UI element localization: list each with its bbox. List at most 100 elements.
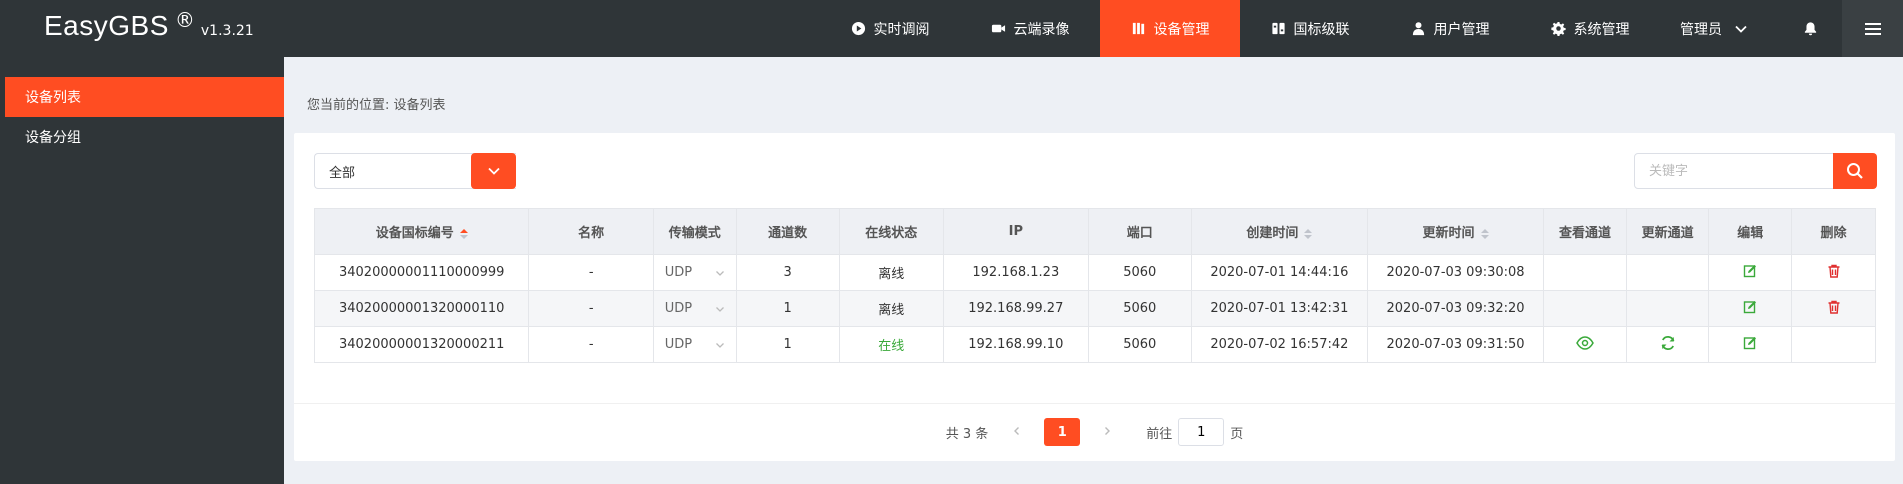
column-header-updated[interactable]: 更新时间	[1366, 208, 1545, 255]
edit-icon	[1744, 300, 1757, 313]
chevron-right-icon	[1105, 426, 1111, 435]
cell-transport[interactable]: UDP	[652, 290, 737, 327]
table-header-row: 设备国标编号 名称 传输模式 通道数 在线状态 IP 端口 创建时间 更新时间 …	[313, 208, 1876, 255]
sidebar: 设备列表 设备分组	[0, 57, 284, 484]
nav-item-system[interactable]: 系统管理	[1520, 0, 1660, 57]
nav-item-cascade[interactable]: 国标级联	[1240, 0, 1380, 57]
hamburger-menu-button[interactable]	[1842, 0, 1903, 57]
main-nav: 实时调阅 云端录像 设备管理 国标级联 用户管理 系统管理	[820, 0, 1660, 57]
cell-transport[interactable]: UDP	[652, 254, 737, 291]
pagination-total: 共 3 条	[945, 426, 989, 442]
view-channels-button[interactable]	[1576, 335, 1594, 354]
nav-item-label: 系统管理	[1573, 21, 1630, 38]
edit-icon	[1744, 264, 1757, 277]
table-row: 34020000001110000999 - UDP 3 离线 192.168.…	[313, 254, 1876, 291]
page-number-current[interactable]: 1	[1044, 418, 1081, 446]
play-circle-icon	[851, 21, 865, 36]
chevron-down-icon	[715, 342, 724, 348]
column-header-status: 在线状态	[838, 208, 944, 255]
search-button[interactable]	[1833, 153, 1877, 189]
cell-updated: 2020-07-03 09:32:20	[1366, 290, 1545, 327]
search-icon	[1847, 163, 1863, 179]
goto-suffix: 页	[1230, 426, 1244, 442]
menu-icon	[1864, 22, 1881, 35]
cell-update-channels	[1625, 326, 1710, 363]
cell-edit	[1708, 290, 1793, 327]
trash-icon	[1828, 264, 1840, 278]
sidebar-item-device-list[interactable]: 设备列表	[5, 77, 284, 117]
brand-logo[interactable]: EasyGBS ® v1.3.21	[44, 8, 254, 42]
nav-item-label: 国标级联	[1293, 21, 1350, 38]
user-icon	[1412, 22, 1424, 36]
cell-ip: 192.168.99.10	[942, 326, 1089, 363]
cell-status: 离线	[838, 254, 944, 291]
cell-created: 2020-07-02 16:57:42	[1190, 326, 1368, 363]
column-header-delete: 删除	[1791, 208, 1876, 255]
transport-value: UDP	[664, 265, 693, 280]
pagination: 共 3 条 1 前往 页	[294, 418, 1895, 446]
table-row: 34020000001320000110 - UDP 1 离线 192.168.…	[313, 290, 1876, 327]
device-icon	[1132, 22, 1144, 35]
edit-button[interactable]	[1743, 336, 1757, 354]
breadcrumb: 您当前的位置: 设备列表	[307, 98, 446, 113]
nav-item-cloud-record[interactable]: 云端录像	[960, 0, 1100, 57]
column-header-view-channels: 查看通道	[1543, 208, 1627, 255]
device-filter-value: 全部	[329, 165, 356, 181]
chevron-down-icon	[715, 306, 724, 312]
table-row: 34020000001320000211 - UDP 1 在线 192.168.…	[313, 326, 1876, 363]
cell-device-id: 34020000001320000211	[313, 326, 530, 363]
cell-port: 5060	[1087, 254, 1192, 291]
column-header-ip: IP	[942, 208, 1089, 255]
bell-icon	[1804, 22, 1816, 36]
edit-button[interactable]	[1743, 264, 1757, 282]
sidebar-item-label: 设备分组	[25, 130, 81, 146]
cell-transport[interactable]: UDP	[652, 326, 737, 363]
cell-device-id: 34020000001110000999	[313, 254, 530, 291]
cell-view-channels	[1543, 290, 1627, 327]
sidebar-item-device-group[interactable]: 设备分组	[5, 117, 284, 157]
nav-item-live[interactable]: 实时调阅	[820, 0, 960, 57]
device-table: 设备国标编号 名称 传输模式 通道数 在线状态 IP 端口 创建时间 更新时间 …	[313, 208, 1876, 363]
cell-status: 离线	[838, 290, 944, 327]
prev-page-button[interactable]	[1002, 425, 1032, 440]
nav-item-users[interactable]: 用户管理	[1380, 0, 1520, 57]
cell-status: 在线	[838, 326, 944, 363]
refresh-channels-button[interactable]	[1660, 335, 1676, 355]
cell-edit	[1708, 326, 1793, 363]
nav-item-label: 实时调阅	[873, 21, 930, 38]
cell-delete	[1791, 326, 1876, 363]
transport-value: UDP	[664, 337, 693, 352]
cell-created: 2020-07-01 14:44:16	[1190, 254, 1368, 291]
goto-page-input[interactable]	[1178, 418, 1225, 446]
cell-update-channels	[1625, 254, 1710, 291]
nav-item-label: 用户管理	[1433, 21, 1490, 38]
next-page-button[interactable]	[1092, 425, 1122, 440]
cell-updated: 2020-07-03 09:30:08	[1366, 254, 1545, 291]
sidebar-item-label: 设备列表	[25, 90, 81, 106]
pager-divider	[294, 403, 1895, 404]
nav-item-device[interactable]: 设备管理	[1100, 0, 1240, 57]
cell-ip: 192.168.99.27	[942, 290, 1089, 327]
chevron-down-icon	[715, 270, 724, 276]
transport-value: UDP	[664, 301, 693, 316]
search-input[interactable]	[1634, 153, 1844, 189]
nav-item-label: 设备管理	[1153, 21, 1210, 38]
user-menu[interactable]: 管理员	[1680, 0, 1748, 57]
delete-button[interactable]	[1827, 264, 1841, 282]
cell-ip: 192.168.1.23	[942, 254, 1089, 291]
delete-button[interactable]	[1827, 300, 1841, 318]
device-filter-dropdown-button[interactable]	[471, 153, 516, 189]
column-header-created[interactable]: 创建时间	[1190, 208, 1368, 255]
column-header-edit: 编辑	[1708, 208, 1793, 255]
brand-registered-mark: ®	[174, 8, 195, 32]
edit-button[interactable]	[1743, 300, 1757, 318]
column-header-device-id[interactable]: 设备国标编号	[313, 208, 530, 255]
notification-button[interactable]	[1795, 0, 1825, 57]
column-header-update-channels: 更新通道	[1625, 208, 1710, 255]
cell-edit	[1708, 254, 1793, 291]
sort-asc-icon	[459, 228, 468, 239]
cell-channels: 1	[735, 290, 840, 327]
cell-view-channels	[1543, 254, 1627, 291]
sort-icon	[1480, 228, 1489, 239]
device-list-card: 全部 设备国标编号 名称 传输模式 通道数 在线状态 IP 端口 创建时间 更新…	[294, 133, 1895, 461]
